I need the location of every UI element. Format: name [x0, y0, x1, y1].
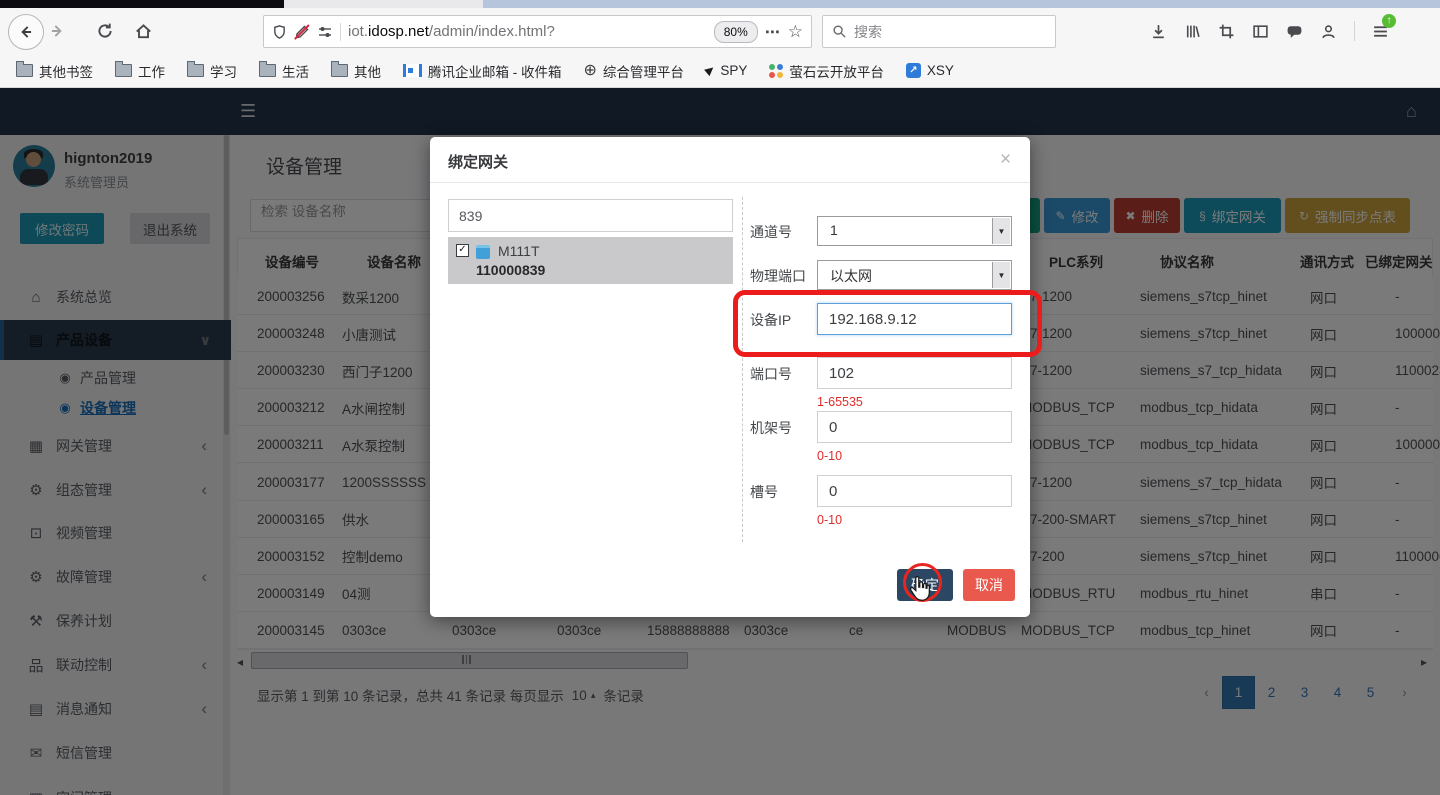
field-input-端口号[interactable]: [817, 357, 1012, 389]
bind-gateway-modal: 绑定网关 × ✓ M111T 110000839 通道号1▼物理端口以太网▼设备…: [430, 137, 1030, 617]
field-label-通道号: 通道号: [750, 222, 792, 242]
field-select-物理端口[interactable]: 以太网 ▼: [817, 260, 1012, 290]
bookmark-item[interactable]: ⊕ 综合管理平台: [584, 61, 684, 81]
bookmark-item[interactable]: 其他书签: [16, 61, 93, 81]
bookmarks-bar: 其他书签 工作 学习 生活 其他 腾讯企业邮箱 - 收件箱 ⊕ 综合管理平台 ▶SPY 萤石云开放…: [0, 54, 1440, 88]
field-hint: 0-10: [817, 449, 842, 463]
gateway-checkbox[interactable]: ✓: [456, 244, 469, 257]
url-bar[interactable]: iot.idosp.net/admin/index.html? 80% ⋯ ☆: [263, 15, 812, 48]
modal-title: 绑定网关: [448, 151, 508, 172]
gateway-id: 110000839: [476, 262, 545, 278]
bookmark-label: XSY: [927, 63, 954, 78]
bookmark-item[interactable]: ▶SPY: [706, 63, 747, 78]
sidebar-toggle-button[interactable]: [1252, 23, 1269, 40]
url-text[interactable]: iot.idosp.net/admin/index.html?: [348, 23, 707, 40]
home-button[interactable]: [134, 22, 153, 40]
folder-icon: [331, 64, 348, 77]
gateway-device-icon: [476, 245, 490, 259]
bookmark-label: 生活: [282, 61, 309, 81]
library-button[interactable]: [1184, 23, 1201, 40]
screen: { "browser": { "url": {"prefix": "iot.",…: [0, 0, 1440, 795]
pocket-chat-button[interactable]: [1286, 23, 1303, 40]
bookmark-label: 其他书签: [39, 61, 93, 81]
window-tab-strip: [0, 0, 1440, 8]
modal-divider: [742, 197, 743, 542]
tencent-mail-icon: [403, 64, 422, 77]
bookmark-item[interactable]: 工作: [115, 61, 165, 81]
pen-disabled-icon[interactable]: [294, 24, 310, 40]
field-label-机架号: 机架号: [750, 418, 792, 438]
home-icon: [134, 22, 153, 40]
page-actions-icon[interactable]: ⋯: [765, 23, 781, 41]
bookmark-label: 学习: [210, 61, 237, 81]
field-hint: 0-10: [817, 513, 842, 527]
annotation-highlight-rect: [733, 290, 1042, 357]
field-label-槽号: 槽号: [750, 482, 778, 502]
folder-icon: [115, 64, 132, 77]
reload-icon: [96, 22, 114, 40]
field-input-机架号[interactable]: [817, 411, 1012, 443]
bookmark-star-icon[interactable]: ☆: [788, 22, 803, 42]
update-badge-icon: ↑: [1382, 14, 1396, 28]
dropdown-arrow-icon[interactable]: ▼: [992, 262, 1010, 288]
select-value: 以太网: [830, 266, 872, 286]
browser-search-bar[interactable]: 搜索: [822, 15, 1056, 48]
mouse-cursor: [906, 576, 932, 604]
bookmark-label: 其他: [354, 61, 381, 81]
urlbar-separator: [340, 23, 341, 41]
bookmark-item[interactable]: 腾讯企业邮箱 - 收件箱: [403, 61, 562, 81]
gateway-name: M111T: [498, 243, 540, 259]
screenshot-button[interactable]: [1218, 23, 1235, 40]
gateway-list-item[interactable]: ✓ M111T 110000839: [448, 237, 733, 284]
globe-icon: ⊕: [584, 63, 597, 79]
forward-arrow-icon: [48, 22, 66, 40]
modal-close-icon[interactable]: ×: [1000, 149, 1011, 171]
shield-icon: [272, 24, 287, 40]
bookmark-item[interactable]: 学习: [187, 61, 237, 81]
account-button[interactable]: [1320, 23, 1337, 40]
back-button[interactable]: [8, 14, 44, 50]
zoom-level-badge[interactable]: 80%: [714, 21, 758, 43]
permissions-icon[interactable]: [317, 24, 333, 40]
bookmark-label: 工作: [138, 61, 165, 81]
dropdown-arrow-icon[interactable]: ▼: [992, 218, 1010, 244]
field-label-端口号: 端口号: [750, 364, 792, 384]
bookmark-item[interactable]: ↗ XSY: [906, 63, 954, 78]
forward-button[interactable]: [48, 23, 66, 39]
search-icon: [832, 24, 847, 39]
bookmark-label: 萤石云开放平台: [789, 61, 884, 81]
field-select-通道号[interactable]: 1▼: [817, 216, 1012, 246]
field-hint: 1-65535: [817, 395, 863, 409]
toolbar-icons: ↑: [1150, 19, 1406, 43]
search-placeholder: 搜索: [854, 22, 882, 42]
xsy-icon: ↗: [906, 63, 921, 78]
page-viewport: ☰ ⌂ hignton2019 系统管理员 修改密码 退出系统 系统总览产品设备…: [0, 88, 1440, 795]
download-button[interactable]: [1150, 23, 1167, 40]
toolbar-separator: [1354, 21, 1355, 41]
field-label-物理端口: 物理端口: [750, 266, 806, 286]
active-tab-strip[interactable]: [0, 0, 284, 8]
folder-icon: [16, 64, 33, 77]
spy-icon: ▶: [703, 64, 717, 78]
bookmark-item[interactable]: 生活: [259, 61, 309, 81]
folder-icon: [259, 64, 276, 77]
menu-button[interactable]: ↑: [1372, 23, 1389, 40]
gateway-search-input[interactable]: [448, 199, 733, 232]
ys7-icon: [769, 64, 783, 78]
bookmark-label: 综合管理平台: [603, 61, 684, 81]
reload-button[interactable]: [96, 22, 114, 40]
inactive-tab-strip[interactable]: [284, 0, 483, 8]
select-value: 1: [830, 222, 838, 238]
cancel-button[interactable]: 取消: [963, 569, 1015, 601]
bookmark-item[interactable]: 其他: [331, 61, 381, 81]
bookmark-label: 腾讯企业邮箱 - 收件箱: [428, 61, 562, 81]
back-arrow-icon: [17, 23, 35, 41]
bookmark-label: SPY: [720, 63, 747, 78]
folder-icon: [187, 64, 204, 77]
bookmark-item[interactable]: 萤石云开放平台: [769, 61, 884, 81]
field-input-槽号[interactable]: [817, 475, 1012, 507]
modal-header: [430, 137, 1030, 183]
